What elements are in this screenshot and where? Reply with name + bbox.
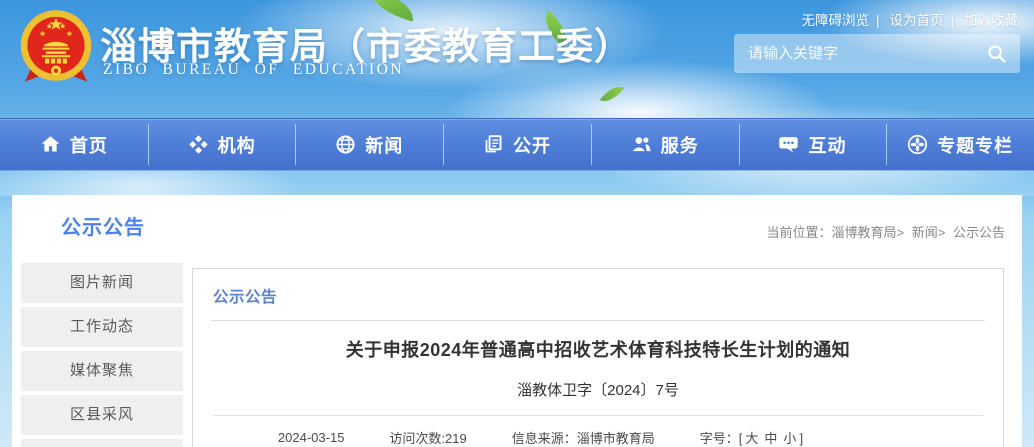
section-title: 公示公告 (61, 211, 145, 240)
link-separator: | (876, 13, 880, 28)
visit-count: 访问次数:219 (389, 428, 466, 447)
set-homepage-link[interactable]: 设为首页 (889, 13, 943, 28)
fontsize-control: 字号：[大中小] (700, 428, 803, 447)
search-button[interactable] (974, 34, 1020, 73)
site-subtitle-en: ZIBO BUREAU OF EDUCATION (103, 61, 404, 79)
nav-item-label: 新闻 (365, 132, 403, 158)
article-box: 公示公告 关于申报2024年普通高中招收艺术体育科技特长生计划的通知 淄教体卫字… (192, 268, 1004, 447)
topics-icon (907, 134, 928, 155)
add-favorite-link[interactable]: 加入收藏 (964, 13, 1018, 28)
box-title-divider (211, 320, 985, 321)
nav-item-label: 服务 (661, 132, 699, 158)
breadcrumb-prefix: 当前位置： (767, 225, 832, 240)
sidebar-item-picture-news[interactable]: 图片新闻 (21, 263, 183, 303)
breadcrumb-link-news[interactable]: 新闻 (912, 225, 938, 240)
nav-item-label: 专题专栏 (937, 132, 1013, 158)
nav-item-interaction[interactable]: 互动 (739, 119, 887, 170)
sidebar-item-work-updates[interactable]: 工作动态 (21, 307, 183, 347)
documents-icon (483, 134, 504, 155)
nav-item-services[interactable]: 服务 (591, 119, 739, 170)
nav-item-label: 机构 (218, 132, 256, 158)
fontsize-small-button[interactable]: 小 (783, 431, 796, 446)
home-icon (40, 134, 61, 155)
fontsize-medium-button[interactable]: 中 (764, 431, 777, 446)
org-icon (188, 134, 209, 155)
breadcrumb-link-announcements[interactable]: 公示公告 (953, 225, 1005, 240)
article-box-title: 公示公告 (213, 285, 1003, 307)
article-meta-row: 2024-03-15 访问次数:219 信息来源：淄博市教育局 字号：[大中小] (193, 428, 1003, 447)
nav-item-label: 首页 (70, 132, 108, 158)
bracket: ] (799, 431, 803, 446)
search-input[interactable] (734, 34, 974, 73)
chat-icon (778, 134, 799, 155)
search-icon (986, 43, 1008, 65)
leaf-decoration-icon (600, 81, 624, 107)
nav-item-label: 公开 (513, 132, 551, 158)
sidebar-item-district-view[interactable]: 区县采风 (21, 395, 183, 435)
meta-divider (213, 415, 983, 416)
national-emblem-logo (14, 6, 98, 90)
fontsize-large-button[interactable]: 大 (745, 431, 758, 446)
nav-item-special-topics[interactable]: 专题专栏 (886, 119, 1034, 170)
nav-item-label: 互动 (808, 132, 846, 158)
search-box (734, 34, 1020, 73)
info-source: 信息来源：淄博市教育局 (512, 428, 655, 447)
nav-item-news[interactable]: 新闻 (295, 119, 443, 170)
nav-item-home[interactable]: 首页 (0, 119, 148, 170)
sidebar-menu: 图片新闻 工作动态 媒体聚焦 区县采风 (21, 263, 183, 447)
bracket: [ (739, 431, 743, 446)
main-content-panel: 公示公告 当前位置：淄博教育局> 新闻> 公示公告 图片新闻 工作动态 媒体聚焦… (12, 195, 1022, 447)
fontsize-label: 字号： (700, 431, 739, 446)
document-number: 淄教体卫字〔2024〕7号 (193, 379, 1003, 400)
breadcrumb-separator: > (897, 225, 905, 240)
publish-date: 2024-03-15 (278, 430, 345, 445)
breadcrumb-separator: > (938, 225, 946, 240)
main-navigation: 首页 机构 新闻 (0, 118, 1034, 170)
globe-icon (335, 134, 356, 155)
sidebar-item-media-focus[interactable]: 媒体聚焦 (21, 351, 183, 391)
nav-item-disclosure[interactable]: 公开 (443, 119, 591, 170)
accessibility-link[interactable]: 无障碍浏览 (801, 13, 869, 28)
page: 淄博市教育局（市委教育工委） ZIBO BUREAU OF EDUCATION … (0, 0, 1034, 447)
sidebar-item-partial[interactable] (21, 439, 183, 447)
nav-item-organization[interactable]: 机构 (148, 119, 296, 170)
users-icon (631, 134, 652, 155)
breadcrumb-link-home[interactable]: 淄博教育局 (832, 225, 897, 240)
top-utility-links: 无障碍浏览 | 设为首页 | 加入收藏 (801, 9, 1018, 29)
article-title: 关于申报2024年普通高中招收艺术体育科技特长生计划的通知 (193, 336, 1003, 362)
breadcrumb: 当前位置：淄博教育局> 新闻> 公示公告 (767, 222, 1006, 241)
link-separator: | (950, 13, 954, 28)
